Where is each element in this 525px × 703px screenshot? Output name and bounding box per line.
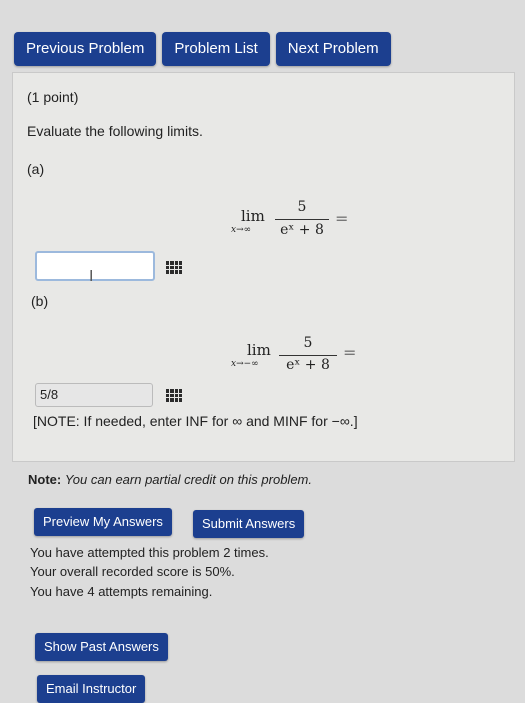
equation-editor-icon[interactable] xyxy=(166,261,182,274)
problem-list-button[interactable]: Problem List xyxy=(162,32,270,66)
part-a-answer-input[interactable] xyxy=(35,251,155,281)
part-a-equals: = xyxy=(335,209,349,228)
problem-navigation: Previous Problem Problem List Next Probl… xyxy=(14,32,391,66)
part-a-fraction-bar xyxy=(275,219,329,220)
remaining-attempts-text: You have 4 attempts remaining. xyxy=(30,584,213,599)
part-b-label: (b) xyxy=(31,293,49,309)
problem-panel: (1 point) Evaluate the following limits.… xyxy=(12,72,515,462)
attempts-text: You have attempted this problem 2 times. xyxy=(30,545,269,560)
points-label: (1 point) xyxy=(27,89,79,105)
submit-answers-button[interactable]: Submit Answers xyxy=(193,510,305,538)
part-a-numerator: 5 xyxy=(297,199,307,215)
preview-answers-button[interactable]: Preview My Answers xyxy=(34,508,172,536)
text-cursor-icon: I xyxy=(89,267,94,285)
infinity-note: [NOTE: If needed, enter INF for ∞ and MI… xyxy=(33,413,358,429)
part-a-denominator: eˣ + 8 xyxy=(280,222,324,238)
score-text: Your overall recorded score is 50%. xyxy=(30,564,235,579)
part-a-lim: lim xyxy=(241,207,265,225)
part-b-denominator: eˣ + 8 xyxy=(286,357,330,373)
next-problem-button[interactable]: Next Problem xyxy=(275,32,391,66)
part-b-fraction-bar xyxy=(279,355,337,356)
part-a-label: (a) xyxy=(27,161,45,177)
part-b-equals: = xyxy=(343,343,357,362)
part-a-lim-subscript: x→∞ xyxy=(231,225,252,235)
part-b-answer-input[interactable]: 5/8 xyxy=(35,383,153,407)
instructions-text: Evaluate the following limits. xyxy=(27,123,203,139)
partial-credit-text: You can earn partial credit on this prob… xyxy=(64,472,312,487)
previous-problem-button[interactable]: Previous Problem xyxy=(14,32,157,66)
partial-credit-note: Note: You can earn partial credit on thi… xyxy=(28,472,312,487)
part-b-lim-subscript: x→−∞ xyxy=(231,359,259,369)
part-b-lim: lim xyxy=(247,341,271,359)
part-b-numerator: 5 xyxy=(303,335,313,351)
partial-credit-label: Note: xyxy=(28,472,62,487)
equation-editor-icon[interactable] xyxy=(166,389,182,402)
show-past-answers-button[interactable]: Show Past Answers xyxy=(35,633,168,661)
email-instructor-button[interactable]: Email Instructor xyxy=(37,675,146,703)
